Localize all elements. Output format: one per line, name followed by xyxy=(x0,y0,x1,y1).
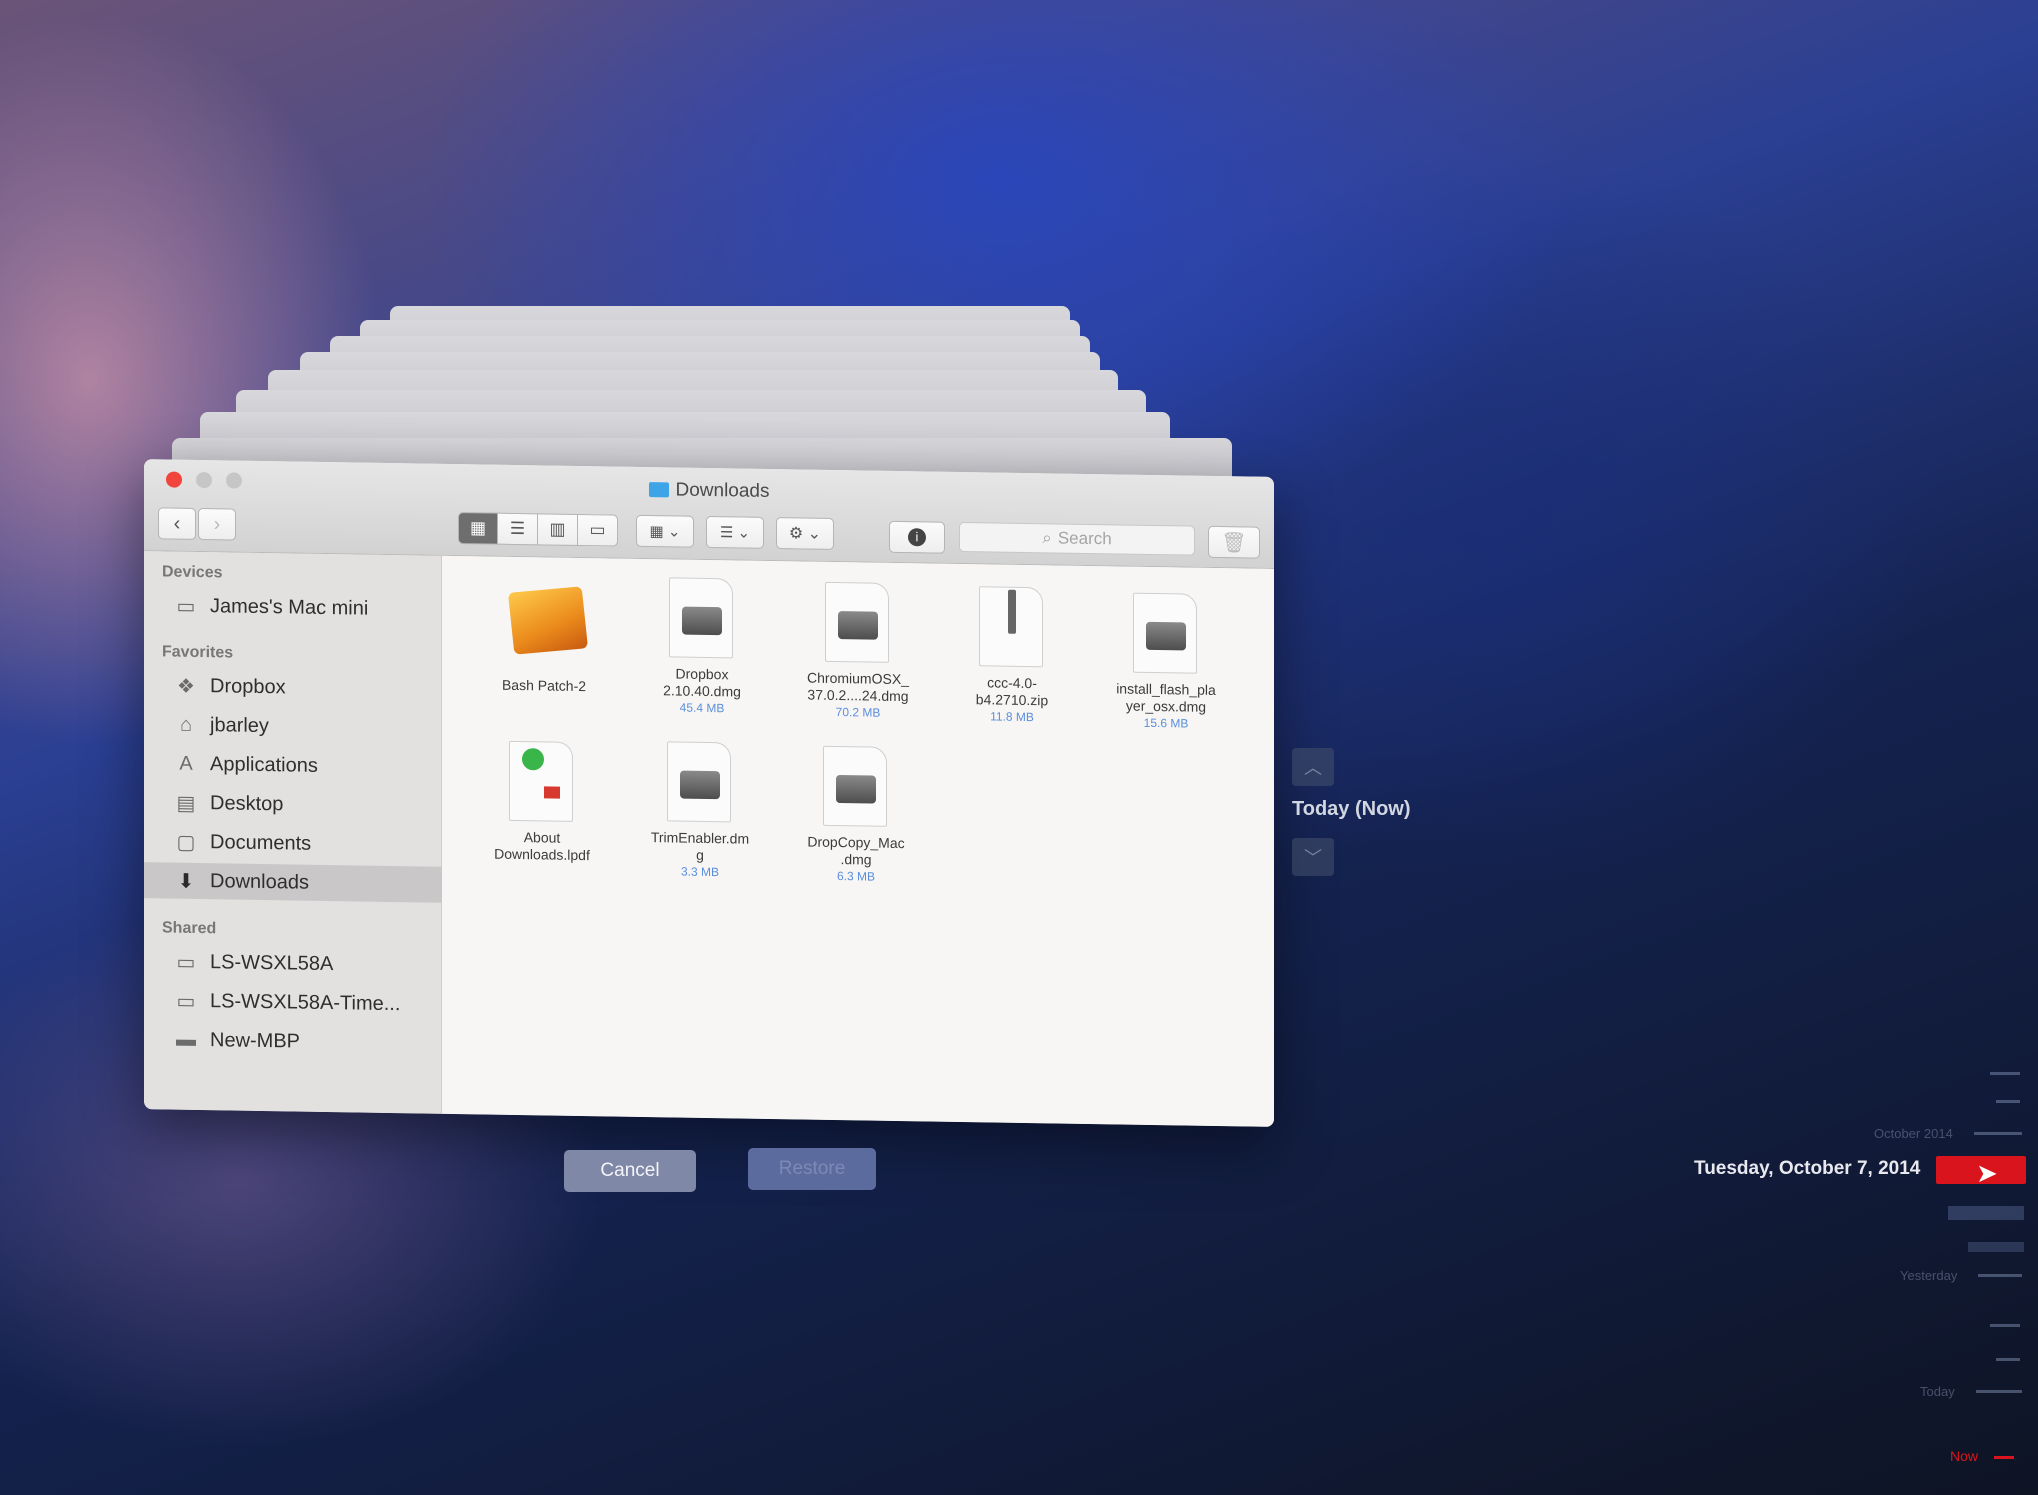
info-icon: i xyxy=(908,528,926,547)
chevron-down-icon: ﹀ xyxy=(1304,848,1322,868)
file-item[interactable]: Bash Patch-2 xyxy=(474,578,614,695)
pdf-document-icon xyxy=(509,740,575,822)
timeline-now-tick[interactable] xyxy=(1994,1456,2014,1459)
applications-icon: A xyxy=(179,752,193,775)
documents-icon: ▢ xyxy=(176,831,196,854)
sidebar-section-shared: Shared xyxy=(162,919,217,938)
action-menu-button[interactable]: ⚙ ⌄ xyxy=(776,517,834,550)
view-mode-control: ▦ ☰ ▥ ▭ xyxy=(458,512,618,547)
desktop-icon: ▤ xyxy=(176,792,196,815)
sidebar: Devices ▭ James's Mac mini Favorites ❖ D… xyxy=(144,551,442,1114)
disk-image-icon xyxy=(825,581,891,663)
previous-snapshot-button[interactable]: ︿ xyxy=(1292,748,1334,786)
folder-icon xyxy=(648,482,669,498)
sidebar-item-mac-mini[interactable]: ▭ James's Mac mini xyxy=(144,587,442,628)
finder-window: Downloads ‹ › ▦ ☰ ▥ ▭ ▦ ⌄ ☰ ⌄ ⚙ ⌄ i ⌕ Se… xyxy=(144,459,1274,1127)
zip-archive-icon xyxy=(979,586,1045,668)
sidebar-item-documents[interactable]: ▢ Documents xyxy=(144,823,442,864)
file-item[interactable]: About Downloads.lpdf xyxy=(472,740,612,864)
file-item[interactable]: install_flash_pla yer_osx.dmg 15.6 MB xyxy=(1096,592,1236,733)
restore-button[interactable]: Restore xyxy=(748,1148,876,1190)
dropbox-icon: ❖ xyxy=(177,675,195,698)
package-icon xyxy=(507,586,589,670)
gear-icon: ⚙ ⌄ xyxy=(788,525,822,543)
laptop-icon: ▬ xyxy=(176,1028,196,1051)
file-item[interactable]: DropCopy_Mac .dmg 6.3 MB xyxy=(786,745,926,886)
sidebar-item-dropbox[interactable]: ❖ Dropbox xyxy=(144,667,442,708)
timeline-tick[interactable] xyxy=(1968,1242,2024,1252)
search-field[interactable]: ⌕ Search xyxy=(959,521,1195,556)
timeline-mark-label: Today xyxy=(1920,1384,1955,1399)
timeline-tick[interactable] xyxy=(1990,1072,2020,1075)
sidebar-item-ls-wsxl58a-time[interactable]: ▭ LS-WSXL58A-Time... xyxy=(144,982,442,1023)
list-view-button[interactable]: ☰ xyxy=(498,512,538,546)
file-item[interactable]: TrimEnabler.dm g 3.3 MB xyxy=(630,741,770,882)
sidebar-item-home[interactable]: ⌂ jbarley xyxy=(144,706,442,747)
mouse-pointer-icon: ➤ xyxy=(1976,1158,1998,1188)
file-item[interactable]: ChromiumOSX_ 37.0.2....24.dmg 70.2 MB xyxy=(788,581,928,722)
sidebar-item-ls-wsxl58a[interactable]: ▭ LS-WSXL58A xyxy=(144,943,442,984)
back-button[interactable]: ‹ xyxy=(158,507,196,540)
icon-view-button[interactable]: ▦ xyxy=(458,512,498,545)
timeline-tick[interactable] xyxy=(1948,1206,2024,1220)
selected-date-label: Tuesday, October 7, 2014 xyxy=(1694,1158,1921,1179)
network-display-icon: ▭ xyxy=(176,951,196,974)
timeline-mark-label: October 2014 xyxy=(1874,1126,1953,1141)
cover-flow-button[interactable]: ▭ xyxy=(578,513,618,547)
timeline-tick[interactable] xyxy=(1996,1100,2020,1103)
file-browser-content: Bash Patch-2 Dropbox 2.10.40.dmg 45.4 MB… xyxy=(442,555,1274,1127)
home-icon: ⌂ xyxy=(179,713,193,736)
window-titlebar: Downloads ‹ › ▦ ☰ ▥ ▭ ▦ ⌄ ☰ ⌄ ⚙ ⌄ i ⌕ Se… xyxy=(144,459,1274,569)
cancel-button[interactable]: Cancel xyxy=(564,1150,696,1192)
disk-image-icon xyxy=(667,741,733,823)
column-view-button[interactable]: ▥ xyxy=(538,513,578,546)
sort-menu-button[interactable]: ☰ ⌄ xyxy=(706,515,764,549)
arrange-menu-button[interactable]: ▦ ⌄ xyxy=(636,514,694,548)
timeline-mark-label: Yesterday xyxy=(1900,1268,1958,1283)
forward-button[interactable]: › xyxy=(198,507,236,541)
disk-image-icon xyxy=(669,577,735,659)
sidebar-section-devices: Devices xyxy=(162,563,223,582)
timeline-tick[interactable] xyxy=(1978,1274,2022,1277)
chevron-up-icon: ︿ xyxy=(1304,758,1322,778)
sidebar-item-downloads[interactable]: ⬇ Downloads xyxy=(144,862,442,903)
disk-image-icon xyxy=(823,745,889,827)
current-snapshot-label: Today (Now) xyxy=(1292,798,1411,820)
sidebar-item-new-mbp[interactable]: ▬ New-MBP xyxy=(144,1021,442,1062)
downloads-icon: ⬇ xyxy=(177,870,195,893)
next-snapshot-button[interactable]: ﹀ xyxy=(1292,838,1334,876)
sidebar-item-desktop[interactable]: ▤ Desktop xyxy=(144,784,442,825)
timeline-tick[interactable] xyxy=(1990,1324,2020,1327)
search-icon: ⌕ xyxy=(1042,528,1052,548)
trash-button[interactable]: 🗑 xyxy=(1208,525,1260,559)
sidebar-item-applications[interactable]: A Applications xyxy=(144,745,442,786)
file-item[interactable]: Dropbox 2.10.40.dmg 45.4 MB xyxy=(632,577,772,718)
mac-mini-icon: ▭ xyxy=(176,595,196,618)
window-title: Downloads xyxy=(144,471,1274,511)
timeline-tick[interactable] xyxy=(1996,1358,2020,1361)
network-display-icon: ▭ xyxy=(176,990,196,1013)
get-info-button[interactable]: i xyxy=(889,520,945,554)
disk-image-icon xyxy=(1133,592,1199,674)
timeline-now-label: Now xyxy=(1950,1448,1979,1464)
trash-icon: 🗑 xyxy=(1221,531,1247,554)
timeline-tick[interactable] xyxy=(1976,1390,2022,1393)
timeline-tick[interactable] xyxy=(1974,1132,2022,1135)
sidebar-section-favorites: Favorites xyxy=(162,643,234,662)
file-item[interactable]: ccc-4.0- b4.2710.zip 11.8 MB xyxy=(942,586,1082,727)
